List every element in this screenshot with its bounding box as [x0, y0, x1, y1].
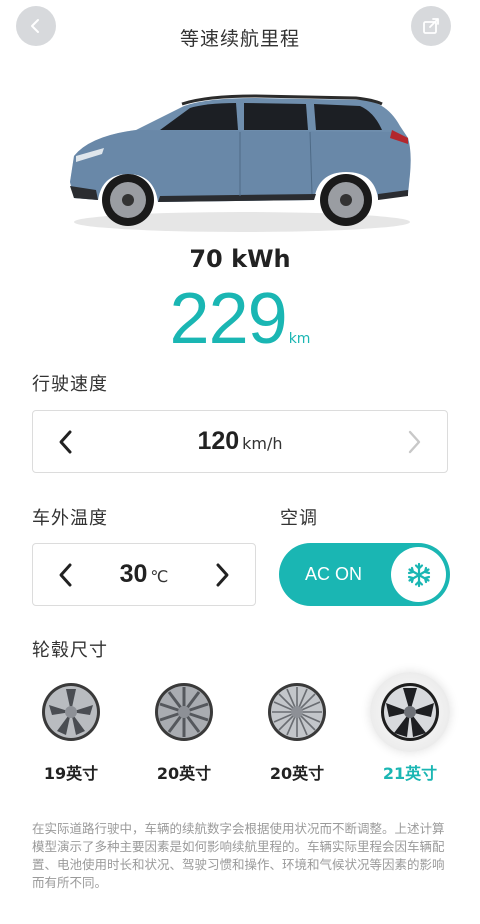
wheel-option-label: 20英寸 — [156, 764, 212, 783]
temperature-unit: ℃ — [150, 567, 169, 586]
speed-stepper: 120 km/h — [32, 410, 448, 473]
snowflake-icon — [407, 562, 430, 587]
temperature-increase-button[interactable] — [197, 544, 247, 605]
wheel-image — [370, 672, 450, 752]
share-button[interactable] — [411, 6, 451, 46]
battery-capacity: 70 kWh — [189, 245, 291, 273]
wheel-option-20b[interactable]: 20英寸 — [257, 672, 337, 784]
ac-state-label: AC ON — [305, 564, 363, 584]
car-image — [56, 90, 424, 238]
chevron-right-icon — [216, 563, 229, 586]
temperature-value: 30 — [119, 560, 148, 588]
disclaimer-text: 在实际道路行驶中，车辆的续航数字会根据使用状况而不断调整。上述计算模型演示了多种… — [32, 821, 445, 890]
chevron-left-icon — [59, 430, 72, 453]
speed-label: 行驶速度 — [32, 374, 108, 395]
speed-decrease-button[interactable] — [41, 411, 91, 472]
wheel-options: 19英寸 20英寸 20英寸 21英寸 — [0, 672, 480, 784]
range-unit: km — [288, 331, 311, 347]
wheel-option-label: 21英寸 — [382, 764, 438, 783]
wheel-image — [144, 672, 224, 752]
chevron-left-icon — [59, 563, 72, 586]
range-readout: 229 km — [0, 278, 480, 360]
temperature-decrease-button[interactable] — [41, 544, 91, 605]
ac-toggle[interactable]: AC ON — [279, 543, 450, 606]
wheel-option-label: 20英寸 — [269, 764, 325, 783]
wheel-image — [257, 672, 337, 752]
speed-unit: km/h — [242, 434, 283, 453]
speed-increase-button[interactable] — [389, 411, 439, 472]
speed-value: 120 — [197, 427, 240, 455]
wheel-option-19[interactable]: 19英寸 — [31, 672, 111, 784]
range-value: 229 — [169, 279, 288, 359]
wheel-option-label: 19英寸 — [43, 764, 99, 783]
speed-value-display: 120 km/h — [33, 411, 447, 472]
share-icon — [423, 18, 439, 34]
wheel-option-20a[interactable]: 20英寸 — [144, 672, 224, 784]
wheel-size-label: 轮毂尺寸 — [32, 640, 108, 661]
chevron-right-icon — [408, 430, 421, 453]
page-title: 等速续航里程 — [179, 28, 300, 50]
ac-toggle-knob — [391, 547, 446, 602]
temperature-stepper: 30 ℃ — [32, 543, 256, 606]
wheel-image — [31, 672, 111, 752]
ac-label: 空调 — [280, 508, 318, 529]
header: 等速续航里程 — [0, 0, 480, 78]
wheel-option-21[interactable]: 21英寸 — [370, 672, 450, 784]
temperature-label: 车外温度 — [32, 508, 108, 529]
